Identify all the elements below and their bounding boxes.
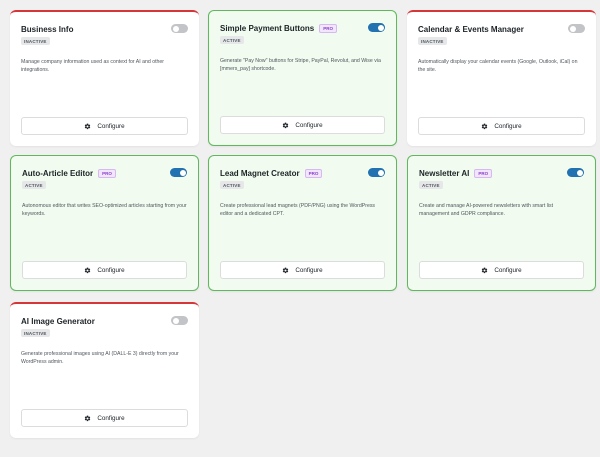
module-title: AI Image Generator [21,317,95,326]
module-toggle[interactable] [368,23,385,32]
module-description: Autonomous editor that writes SEO-optimi… [22,203,187,218]
module-title: Business Info [21,25,74,34]
module-description: Create and manage AI-powered newsletters… [419,203,554,218]
toggle-knob [576,169,583,176]
card-header: Auto-Article Editor PRO [22,169,187,187]
status-badge: ACTIVE [220,181,244,189]
gear-icon [85,123,91,129]
module-toggle[interactable] [170,168,187,177]
configure-button[interactable]: Configure [418,117,585,135]
configure-label: Configure [97,266,125,274]
toggle-knob [179,169,186,176]
module-title: Auto-Article Editor PRO [22,169,116,178]
module-toggle[interactable] [171,316,188,325]
configure-label: Configure [295,121,323,129]
module-toggle[interactable] [567,168,584,177]
gear-icon [85,267,91,273]
module-description: Manage company information used as conte… [21,59,165,74]
module-card-auto-article-editor: Auto-Article Editor PRO ACTIVE Autonomous… [10,155,199,291]
module-description: Generate professional images using AI (D… [21,351,179,366]
module-description: Generate "Pay Now" buttons for Stripe, P… [220,58,381,73]
module-title: Simple Payment Buttons PRO [220,24,338,33]
module-toggle[interactable] [568,24,585,33]
card-header: Lead Magnet Creator PRO [220,169,385,187]
configure-button[interactable]: Configure [419,261,584,279]
configure-label: Configure [494,266,522,274]
card-header: Newsletter AI PRO [419,169,584,187]
module-toggle[interactable] [368,168,385,177]
module-title: Calendar & Events Manager [418,25,524,34]
module-card-newsletter-ai: Newsletter AI PRO ACTIVE Create and manag… [407,155,596,291]
status-badge: ACTIVE [22,181,46,189]
configure-button[interactable]: Configure [22,261,187,279]
pro-badge: PRO [474,169,493,178]
module-title: Newsletter AI PRO [419,169,493,178]
module-description: Create professional lead magnets (PDF/PN… [220,203,376,218]
gear-icon [283,122,289,128]
status-badge: INACTIVE [21,329,50,337]
module-card-ai-image-generator: AI Image Generator INACTIVE Generate pro… [10,302,199,438]
card-header: Simple Payment Buttons PRO [220,24,385,42]
status-badge: ACTIVE [220,36,244,44]
configure-label: Configure [97,122,125,130]
status-badge: INACTIVE [418,37,447,45]
toggle-knob [172,317,179,324]
module-card-lead-magnet-creator: Lead Magnet Creator PRO ACTIVE Create pro… [208,155,397,291]
module-description: Automatically display your calendar even… [418,59,578,74]
configure-label: Configure [494,122,522,130]
module-card-simple-payment-buttons: Simple Payment Buttons PRO ACTIVE Generat… [208,10,397,146]
gear-icon [85,415,91,421]
gear-icon [482,123,488,129]
configure-label: Configure [97,414,125,422]
toggle-knob [569,25,576,32]
configure-button[interactable]: Configure [21,409,188,427]
module-toggle[interactable] [171,24,188,33]
gear-icon [482,267,488,273]
toggle-knob [377,24,384,31]
configure-label: Configure [295,266,323,274]
configure-button[interactable]: Configure [21,117,188,135]
toggle-knob [377,169,384,176]
status-badge: INACTIVE [21,37,50,45]
module-card-business-info: Business Info INACTIVE Manage company in… [10,10,199,146]
pro-badge: PRO [98,169,116,178]
module-title: Lead Magnet Creator PRO [220,169,323,178]
configure-button[interactable]: Configure [220,116,385,134]
toggle-knob [172,25,179,32]
gear-icon [283,267,289,273]
status-badge: ACTIVE [419,181,443,189]
configure-button[interactable]: Configure [220,261,385,279]
pro-badge: PRO [319,24,338,33]
module-card-calendar-events-manager: Calendar & Events Manager INACTIVE Autom… [407,10,596,146]
pro-badge: PRO [304,169,323,178]
